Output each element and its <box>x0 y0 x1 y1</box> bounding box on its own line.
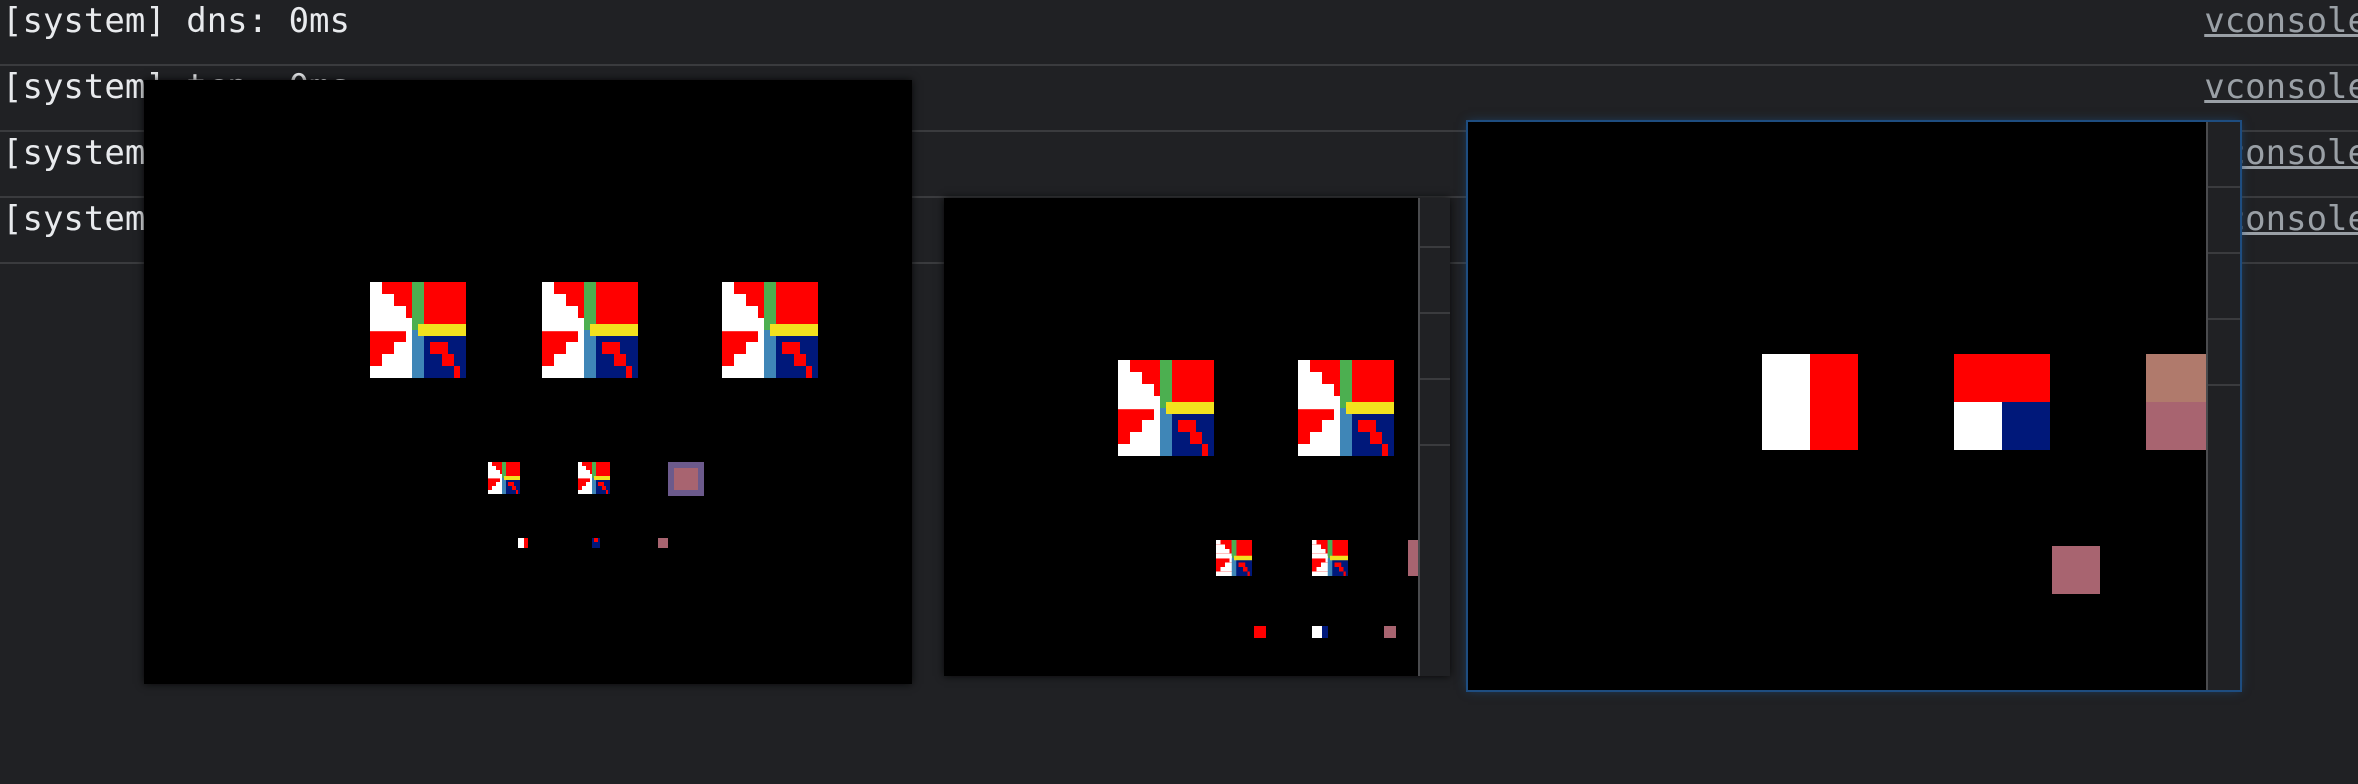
image-preview-popup[interactable] <box>944 198 1450 676</box>
log-message: [system] dns: 0ms <box>2 1 350 41</box>
flag-sprite-canvas <box>144 80 912 684</box>
log-row: [system] dns: 0ms vconsole <box>0 0 2358 66</box>
flag-sprite-canvas <box>944 198 1418 676</box>
image-preview-popup[interactable] <box>1468 122 2240 690</box>
image-preview-popup[interactable] <box>144 80 912 684</box>
log-source-link[interactable]: vconsole <box>2204 0 2358 42</box>
clipped-log-column <box>1418 198 1450 676</box>
log-source-link[interactable]: vconsole <box>2204 66 2358 108</box>
flag-sprite-canvas <box>1468 122 2206 690</box>
clipped-log-column <box>2206 122 2240 690</box>
